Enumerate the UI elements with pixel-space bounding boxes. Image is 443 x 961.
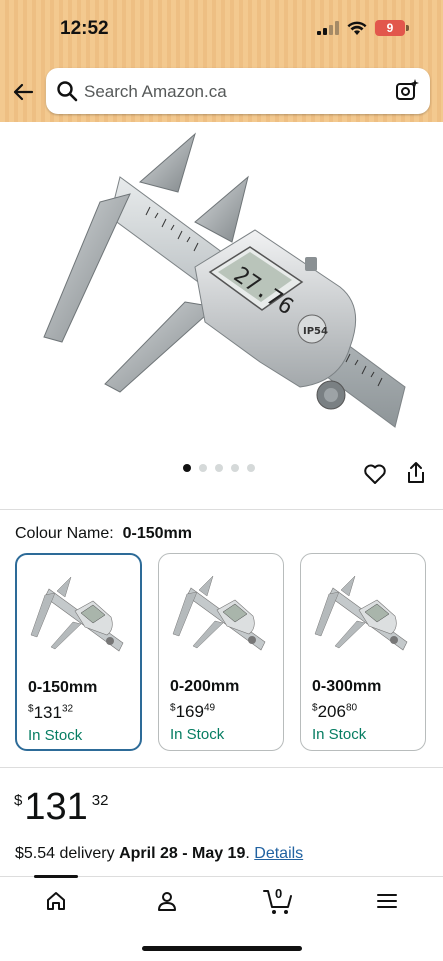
active-tab-indicator	[34, 875, 78, 878]
header: 12:52 9 Search Amazon.ca	[0, 0, 443, 122]
signal-icon	[317, 21, 339, 35]
delivery-dates: April 28 - May 19	[119, 845, 246, 862]
divider	[0, 509, 443, 510]
details-link[interactable]: Details	[254, 845, 303, 862]
variant-option-150[interactable]: 0-150mm $13132 In Stock	[15, 553, 142, 751]
home-icon[interactable]	[44, 889, 68, 913]
battery-icon: 9	[375, 20, 409, 36]
price-fraction: 32	[91, 792, 109, 809]
account-icon[interactable]	[155, 889, 179, 913]
variant-stock: In Stock	[312, 726, 367, 743]
variant-option-200[interactable]: 0-200mm $16949 In Stock	[158, 553, 284, 751]
price-whole: 131	[24, 786, 88, 828]
pager-dot[interactable]	[247, 464, 255, 472]
pager-dot[interactable]	[199, 464, 207, 472]
variant-price: $20680	[312, 702, 358, 721]
cart-count: 0	[275, 886, 283, 901]
delivery-fee: $5.54 delivery	[15, 845, 115, 862]
variant-price: $13132	[28, 703, 74, 722]
caliper-image: 27.76 IP54	[43, 132, 406, 428]
search-input[interactable]: Search Amazon.ca	[84, 82, 227, 102]
search-bar[interactable]: Search Amazon.ca	[46, 68, 430, 114]
colour-name-row: Colour Name: 0-150mm	[15, 525, 192, 543]
variant-thumbnail	[172, 575, 266, 651]
price-display: $ 131 32	[14, 786, 108, 829]
product-image[interactable]: 27.76 IP54	[0, 122, 443, 457]
variant-price: $16949	[170, 702, 216, 721]
image-pager[interactable]	[183, 464, 255, 472]
delivery-sep: .	[245, 845, 250, 862]
divider	[0, 767, 443, 768]
back-arrow-icon[interactable]	[11, 80, 35, 104]
variant-stock: In Stock	[28, 727, 83, 744]
colour-selected: 0-150mm	[122, 525, 192, 542]
home-indicator	[142, 946, 302, 951]
pager-dot[interactable]	[215, 464, 223, 472]
pager-dot[interactable]	[231, 464, 239, 472]
wifi-icon	[347, 21, 367, 35]
ip-badge: IP54	[303, 326, 328, 337]
variant-thumbnail	[314, 575, 408, 651]
share-icon[interactable]	[405, 461, 427, 485]
status-time: 12:52	[60, 18, 109, 39]
variant-name: 0-150mm	[28, 679, 98, 696]
variant-stock: In Stock	[170, 726, 225, 743]
variant-name: 0-200mm	[170, 678, 240, 695]
pager-dot[interactable]	[183, 464, 191, 472]
status-icons: 9	[317, 20, 409, 36]
heart-icon[interactable]	[363, 463, 387, 485]
cart-button[interactable]: 0	[262, 885, 294, 915]
price-currency: $	[14, 792, 23, 809]
delivery-info: $5.54 delivery April 28 - May 19. Detail…	[15, 845, 303, 863]
camera-search-icon[interactable]	[394, 78, 420, 104]
menu-icon[interactable]	[376, 889, 398, 913]
search-icon	[57, 81, 78, 102]
battery-level: 9	[386, 21, 394, 35]
variant-name: 0-300mm	[312, 678, 382, 695]
variant-thumbnail	[30, 576, 124, 652]
colour-label: Colour Name:	[15, 525, 114, 542]
variant-option-300[interactable]: 0-300mm $20680 In Stock	[300, 553, 426, 751]
